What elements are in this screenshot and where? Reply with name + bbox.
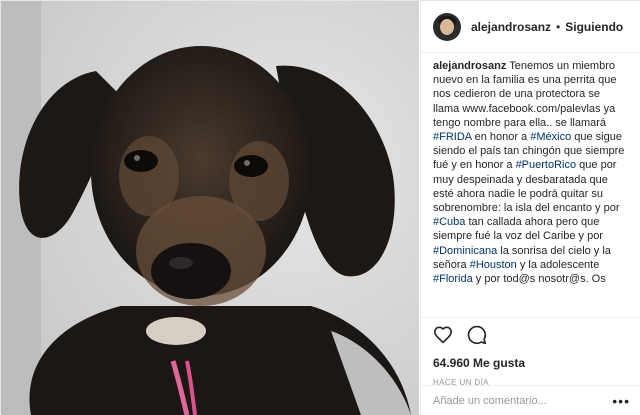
avatar[interactable] — [433, 12, 461, 41]
caption-text: Tenemos un miembro nuevo en la familia e… — [433, 60, 624, 285]
likes-count[interactable]: 64.960 Me gusta — [433, 356, 630, 370]
following-button[interactable]: Siguiendo — [565, 20, 623, 34]
post-photo[interactable] — [1, 1, 419, 415]
avatar-face — [440, 18, 454, 35]
post-sidebar: alejandrosanz • Siguiendo alejandrosanz … — [420, 1, 640, 415]
heart-icon[interactable] — [433, 325, 453, 349]
post-header: alejandrosanz • Siguiendo — [421, 1, 640, 53]
username-link[interactable]: alejandrosanz — [471, 20, 551, 34]
post-actions: 64.960 Me gusta HACE UN DÍA — [421, 317, 640, 387]
hashtag-link[interactable]: #Houston — [470, 259, 517, 271]
dog-photo — [1, 1, 419, 415]
hashtag-link[interactable]: #FRIDA — [433, 131, 472, 143]
instagram-post: alejandrosanz • Siguiendo alejandrosanz … — [0, 0, 640, 415]
hashtag-link[interactable]: #Cuba — [433, 216, 465, 228]
header-separator: • — [556, 19, 561, 34]
caption-segment: y la adolescente — [516, 258, 600, 271]
post-caption: alejandrosanz Tenemos un miembro nuevo e… — [421, 53, 640, 285]
hashtag-link[interactable]: #México — [530, 131, 571, 143]
more-options-icon[interactable]: ••• — [612, 393, 630, 409]
hashtag-link[interactable]: #PuertoRico — [516, 159, 577, 171]
comment-input[interactable] — [433, 394, 603, 407]
comment-icon[interactable] — [467, 325, 487, 350]
comment-box: ••• — [421, 385, 640, 415]
hashtag-link[interactable]: #Dominicana — [433, 245, 497, 257]
caption-segment: en honor a — [471, 131, 531, 144]
hashtag-link[interactable]: #Florida — [433, 273, 473, 285]
action-icons — [433, 325, 630, 350]
caption-username[interactable]: alejandrosanz — [433, 60, 506, 72]
